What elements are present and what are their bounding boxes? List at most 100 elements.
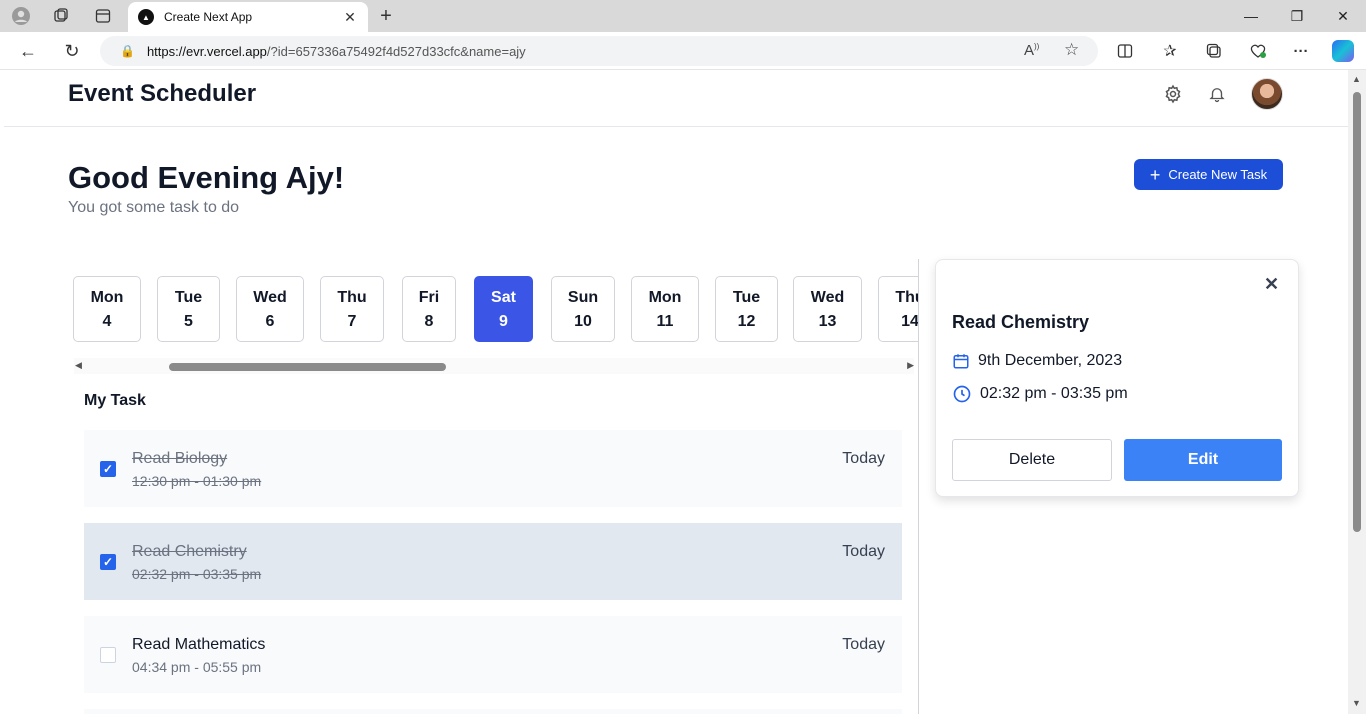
restore-icon[interactable]: ❐ [1274,0,1320,32]
browser-essentials-icon[interactable] [1247,41,1269,61]
day-date: 4 [102,313,112,330]
detail-date: 9th December, 2023 [978,352,1123,369]
task-item[interactable]: Read Mathematics 04:34 pm - 05:55 pm Tod… [84,616,902,693]
app-page: Event Scheduler Good Evening Ajy! You go… [4,70,1348,714]
task-checkbox-checked[interactable]: ✓ [100,461,116,477]
url-host: https://evr.vercel.app [146,43,267,59]
close-icon[interactable]: ✕ [1264,274,1279,295]
create-new-task-label: Create New Task [1168,167,1268,182]
day-card[interactable]: Wed 13 [793,276,862,342]
settings-gear-icon[interactable] [1162,83,1184,105]
task-when: Today [842,636,885,653]
column-divider [918,259,919,714]
read-aloud-icon[interactable]: A)) [1024,42,1039,59]
task-item-selected[interactable]: ✓ Read Chemistry 02:32 pm - 03:35 pm Tod… [84,523,902,600]
day-name: Tue [174,289,203,306]
day-date: 9 [499,313,508,330]
task-item[interactable]: ✓ Read Biology 12:30 pm - 01:30 pm Today [84,430,902,507]
browser-tab-bar: ▲ Create Next App ✕ + — ❐ ✕ [0,0,1366,32]
app-brand: Event Scheduler [68,80,257,107]
scroll-right-icon[interactable]: ▶ [907,360,914,371]
task-item-partial[interactable] [84,709,902,714]
window-close-icon[interactable]: ✕ [1320,0,1366,32]
day-name: Tue [732,289,761,306]
day-card[interactable]: Mon 11 [631,276,699,342]
app-header: Event Scheduler [4,70,1348,127]
minimize-icon[interactable]: — [1228,0,1274,32]
active-tab[interactable]: ▲ Create Next App ✕ [128,2,368,32]
day-name: Mon [90,289,124,306]
day-name: Fri [418,289,440,306]
day-date: 14 [901,313,918,330]
day-card[interactable]: Tue 12 [715,276,778,342]
detail-time: 02:32 pm - 03:35 pm [980,385,1128,402]
day-date: 10 [574,313,592,330]
lock-icon: 🔒 [120,44,135,58]
detail-time-row: 02:32 pm - 03:35 pm [952,384,1128,404]
detail-title: Read Chemistry [952,312,1090,332]
day-name: Wed [810,289,845,306]
day-selector: Mon 4 Tue 5 Wed 6 Thu 7 Fri 8 Sat 9 Sun 10 Mon 1… [68,276,918,344]
scroll-left-icon[interactable]: ◀ [75,360,82,371]
plus-icon: + [1149,164,1161,185]
delete-button[interactable]: Delete [952,439,1112,481]
task-detail-panel: ✕ Read Chemistry 9th December, 2023 02:3… [935,259,1299,497]
task-time: 02:32 pm - 03:35 pm [132,566,262,582]
task-title: Read Mathematics [132,636,266,653]
day-date: 5 [184,313,193,330]
task-when: Today [842,543,885,560]
day-name: Sun [567,289,599,306]
day-name: Sat [491,289,516,306]
page-scrollbar-thumb[interactable] [1353,92,1361,532]
new-tab-button[interactable]: + [374,3,398,29]
favorite-star-icon[interactable]: ☆ [1064,40,1079,60]
tab-close-icon[interactable]: ✕ [342,9,358,26]
task-checkbox-checked[interactable]: ✓ [100,554,116,570]
day-name: Mon [648,289,682,306]
collections-icon[interactable] [1203,41,1225,61]
task-time: 04:34 pm - 05:55 pm [132,659,262,675]
favorites-icon[interactable]: ✰ [1159,41,1181,61]
greeting-subtitle: You got some task to do [68,199,240,216]
my-task-heading: My Task [84,392,146,409]
day-name: Thu [895,289,918,306]
url-path: /?id=657336a75492f4d527d33cfc&name=ajy [266,43,526,59]
more-options-icon[interactable]: ··· [1290,41,1312,61]
notification-bell-icon[interactable] [1206,83,1228,105]
create-new-task-button[interactable]: + Create New Task [1134,159,1283,190]
day-card-selected[interactable]: Sat 9 [474,276,533,342]
address-bar[interactable]: 🔒 https://evr.vercel.app/?id=657336a7549… [100,36,1098,66]
scrollbar-thumb[interactable] [169,363,446,371]
day-card[interactable]: Mon 4 [73,276,141,342]
day-card[interactable]: Fri 8 [402,276,456,342]
split-screen-icon[interactable] [1114,41,1136,61]
scroll-down-icon[interactable]: ▼ [1352,698,1361,708]
day-date: 11 [656,313,674,330]
back-icon[interactable]: ← [14,38,42,64]
copilot-icon[interactable] [1332,40,1354,62]
clock-icon [953,385,971,403]
scroll-up-icon[interactable]: ▲ [1352,74,1361,84]
task-title: Read Biology [132,450,228,467]
day-card[interactable]: Thu 14 [878,276,918,342]
nextjs-favicon-icon: ▲ [138,9,154,25]
browser-toolbar: ← ↻ 🔒 https://evr.vercel.app/?id=657336a… [0,32,1366,70]
day-card[interactable]: Tue 5 [157,276,220,342]
day-card[interactable]: Wed 6 [236,276,304,342]
day-card[interactable]: Thu 7 [320,276,384,342]
workspaces-icon[interactable] [48,4,74,28]
user-avatar[interactable] [1251,78,1283,110]
day-card[interactable]: Sun 10 [551,276,615,342]
calendar-icon [953,354,969,369]
vertical-tabs-icon[interactable] [90,4,116,28]
refresh-icon[interactable]: ↻ [58,38,86,64]
profile-icon[interactable] [8,4,34,28]
day-date: 6 [265,313,275,330]
day-date: 8 [424,313,434,330]
edit-button[interactable]: Edit [1124,439,1282,481]
day-selector-scrollbar[interactable]: ◀ ▶ [74,358,914,374]
day-date: 7 [347,313,357,330]
greeting-title: Good Evening Ajy! [68,160,345,195]
task-checkbox[interactable] [100,647,116,663]
page-scrollbar[interactable]: ▲ ▼ [1348,70,1366,714]
